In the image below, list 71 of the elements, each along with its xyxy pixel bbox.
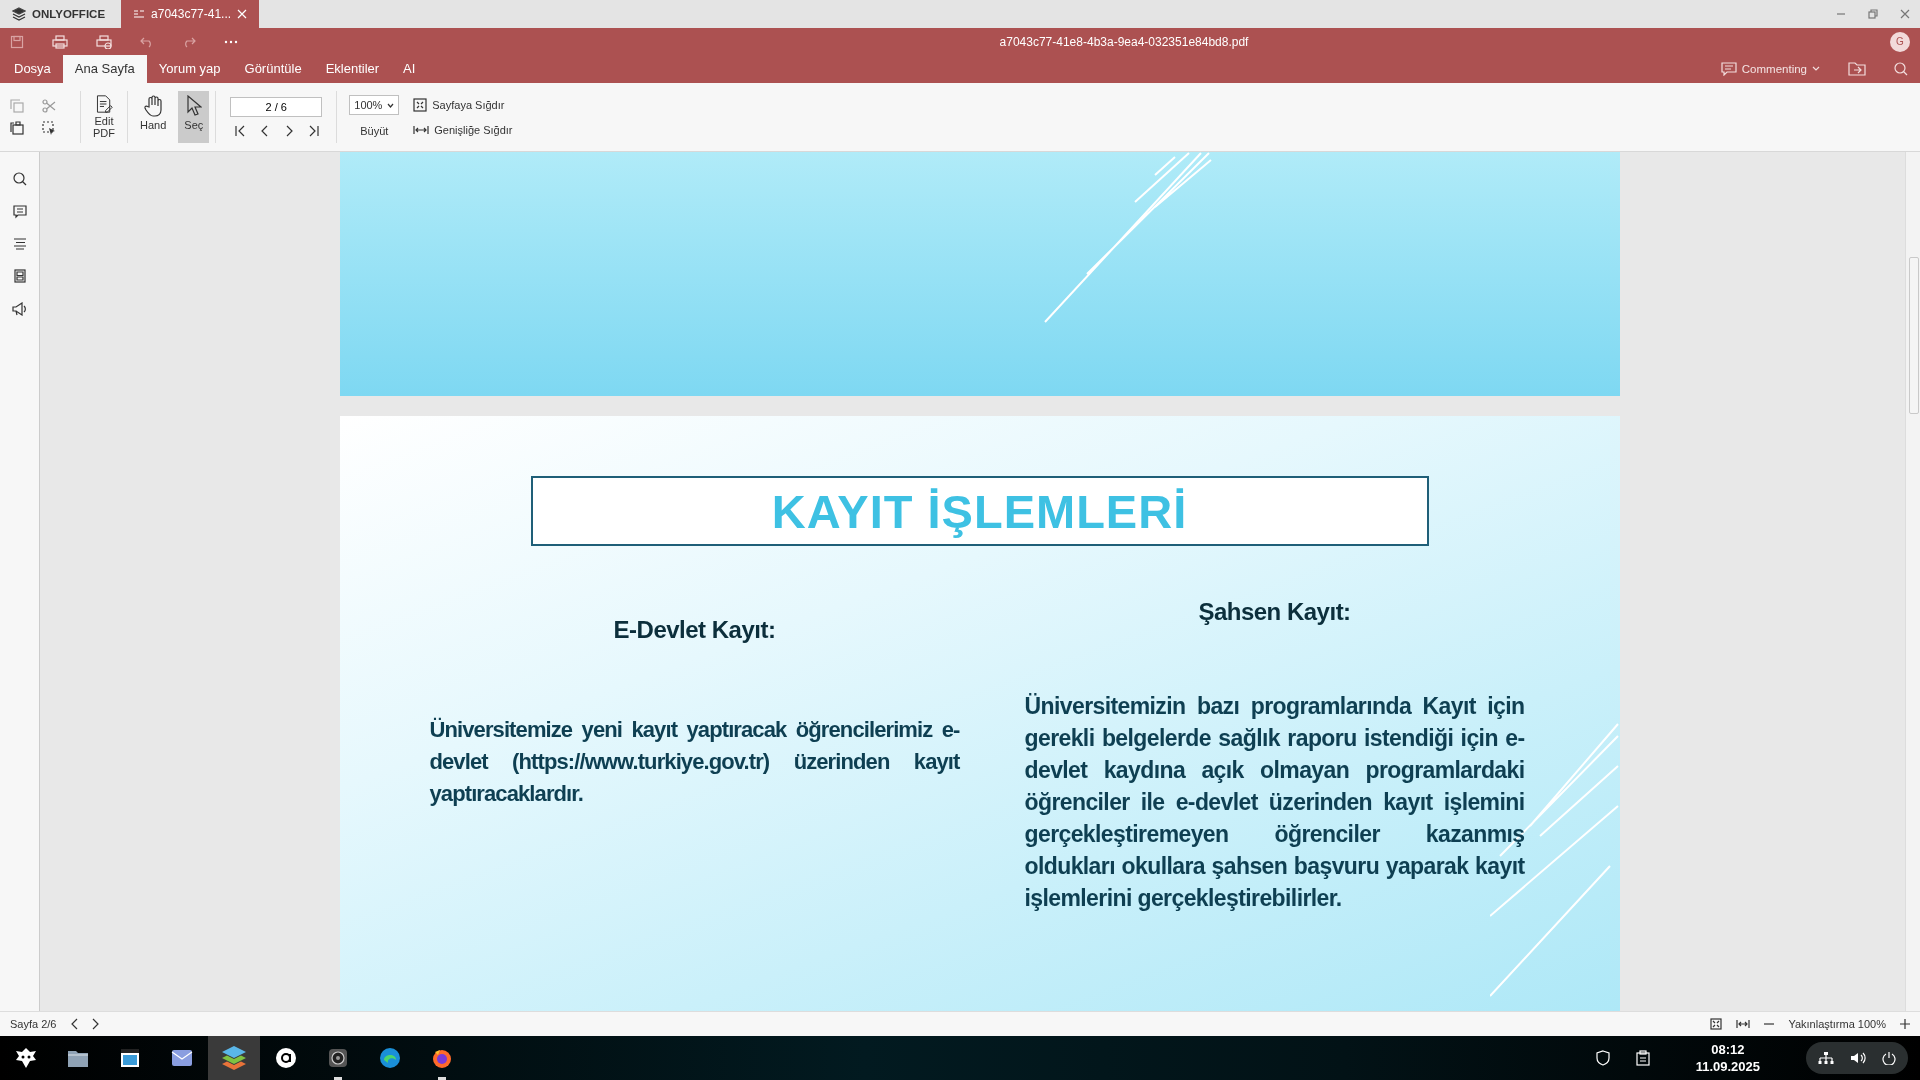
ribbon-tab[interactable]: AI [391,55,428,83]
restore-icon[interactable] [1868,9,1878,19]
section-heading: E-Devlet Kayıt: [613,616,776,644]
search-icon[interactable] [12,172,27,186]
paragraph: Üniversitemize yeni kayıt yaptıracak öğrencilerimiz e-devlet (https://www.turkiye.gov.tr) üzerinden kayıt yaptıracaklardır. [429,716,960,808]
section-heading: Şahsen Kayıt: [1198,598,1351,626]
thumbnails-icon[interactable] [13,269,26,283]
app-tab[interactable]: a7043c77-41... [121,0,260,28]
clipboard-icon[interactable] [1635,1050,1650,1066]
edit-document-icon [94,95,114,113]
zoom-in-icon[interactable] [1900,1019,1910,1029]
page-number-field[interactable]: 2 / 6 [230,97,323,117]
shield-icon[interactable] [1595,1050,1610,1066]
app-tab[interactable]: ONLYOFFICE [0,0,118,28]
wave-circle-icon [378,1046,402,1070]
comment-icon [1720,62,1737,76]
fit-width-icon[interactable] [1736,1019,1751,1029]
network-icon [1818,1051,1834,1065]
folder-icon[interactable] [1848,62,1866,76]
edit-pdf-button[interactable]: Edit PDF [87,91,121,143]
fit-page-button[interactable]: Sayfaya Sığdır [411,96,515,114]
fit-page-icon [413,98,428,112]
hand-icon [143,95,164,117]
zoom-dropdown[interactable]: 100% [349,95,400,115]
ribbon-tab[interactable]: Yorum yap [146,55,233,83]
fit-width-button[interactable]: Genişliğe Sığdır [411,122,515,138]
page-indicator: Sayfa 2/6 [10,1018,57,1030]
running-indicator [438,1077,446,1080]
user-avatar[interactable]: G [1890,31,1910,52]
zoom-level: Yakınlaştırma 100% [1788,1018,1886,1030]
hand-tool-button[interactable]: Hand [134,91,173,143]
running-indicator [334,1077,342,1080]
system-tray[interactable] [1806,1042,1908,1074]
zoom-in-button[interactable]: Büyüt [358,123,391,139]
next-page-icon[interactable] [92,1018,101,1030]
select-area-icon[interactable] [42,121,56,135]
ribbon-tab[interactable]: Ana Sayfa [62,55,147,83]
more-icon[interactable] [224,39,238,44]
headings-icon[interactable] [12,238,27,250]
clock-date: 11.09.2025 [1695,1058,1760,1075]
previous-page-icon[interactable] [70,1018,79,1030]
fit-page-icon[interactable] [1710,1018,1723,1030]
layers-icon [12,7,26,21]
scissors-icon[interactable] [42,99,56,113]
paragraph: Üniversitemizin bazı programlarında Kayıt için gerekli belgelerde sağlık raporu istendiği için e-devlet kaydına açık olmayan programlardaki öğrenciler ile e-devlet üzerinden kayıt işlemini gerçekleştiremeyen öğrenciler kazanmış oldukları okullara şahsen başvuru yaparak kayıt işlemlerini gerçekleştirebilirler. [1024,692,1525,913]
paste-icon[interactable] [10,121,24,135]
document-icon [133,9,146,19]
volume-icon [1850,1051,1866,1065]
quick-print-icon[interactable] [96,34,112,49]
archive-box-icon [118,1046,142,1070]
close-icon[interactable] [1900,9,1910,19]
fit-width-icon [413,125,430,135]
chevron-down-icon [387,102,395,108]
clock-time: 08:12 [1711,1041,1745,1058]
mode-dropdown[interactable]: Commenting [1720,62,1820,76]
document-title: a7043c77-41e8-4b3a-9ea4-032351e84bd8.pdf [998,34,1250,49]
select-tool-button[interactable]: Seç [178,91,210,143]
comment-icon[interactable] [12,205,27,219]
megaphone-icon[interactable] [11,302,28,316]
power-icon [1882,1051,1896,1065]
stacked-layers-icon [222,1046,246,1070]
vertical-scrollbar[interactable] [1905,152,1920,1011]
ribbon-tab[interactable]: Görüntüle [232,55,314,83]
ribbon-tab[interactable]: Dosya [2,55,63,83]
pointer-icon [185,95,202,117]
chevron-down-icon [1812,66,1820,72]
slide-title: KAYIT İŞLEMLERİ [771,483,1188,539]
ribbon-tab[interactable]: Eklentiler [313,55,392,83]
letter-circle-icon [274,1046,298,1070]
print-icon[interactable] [52,34,68,49]
speaker-icon [326,1046,350,1070]
